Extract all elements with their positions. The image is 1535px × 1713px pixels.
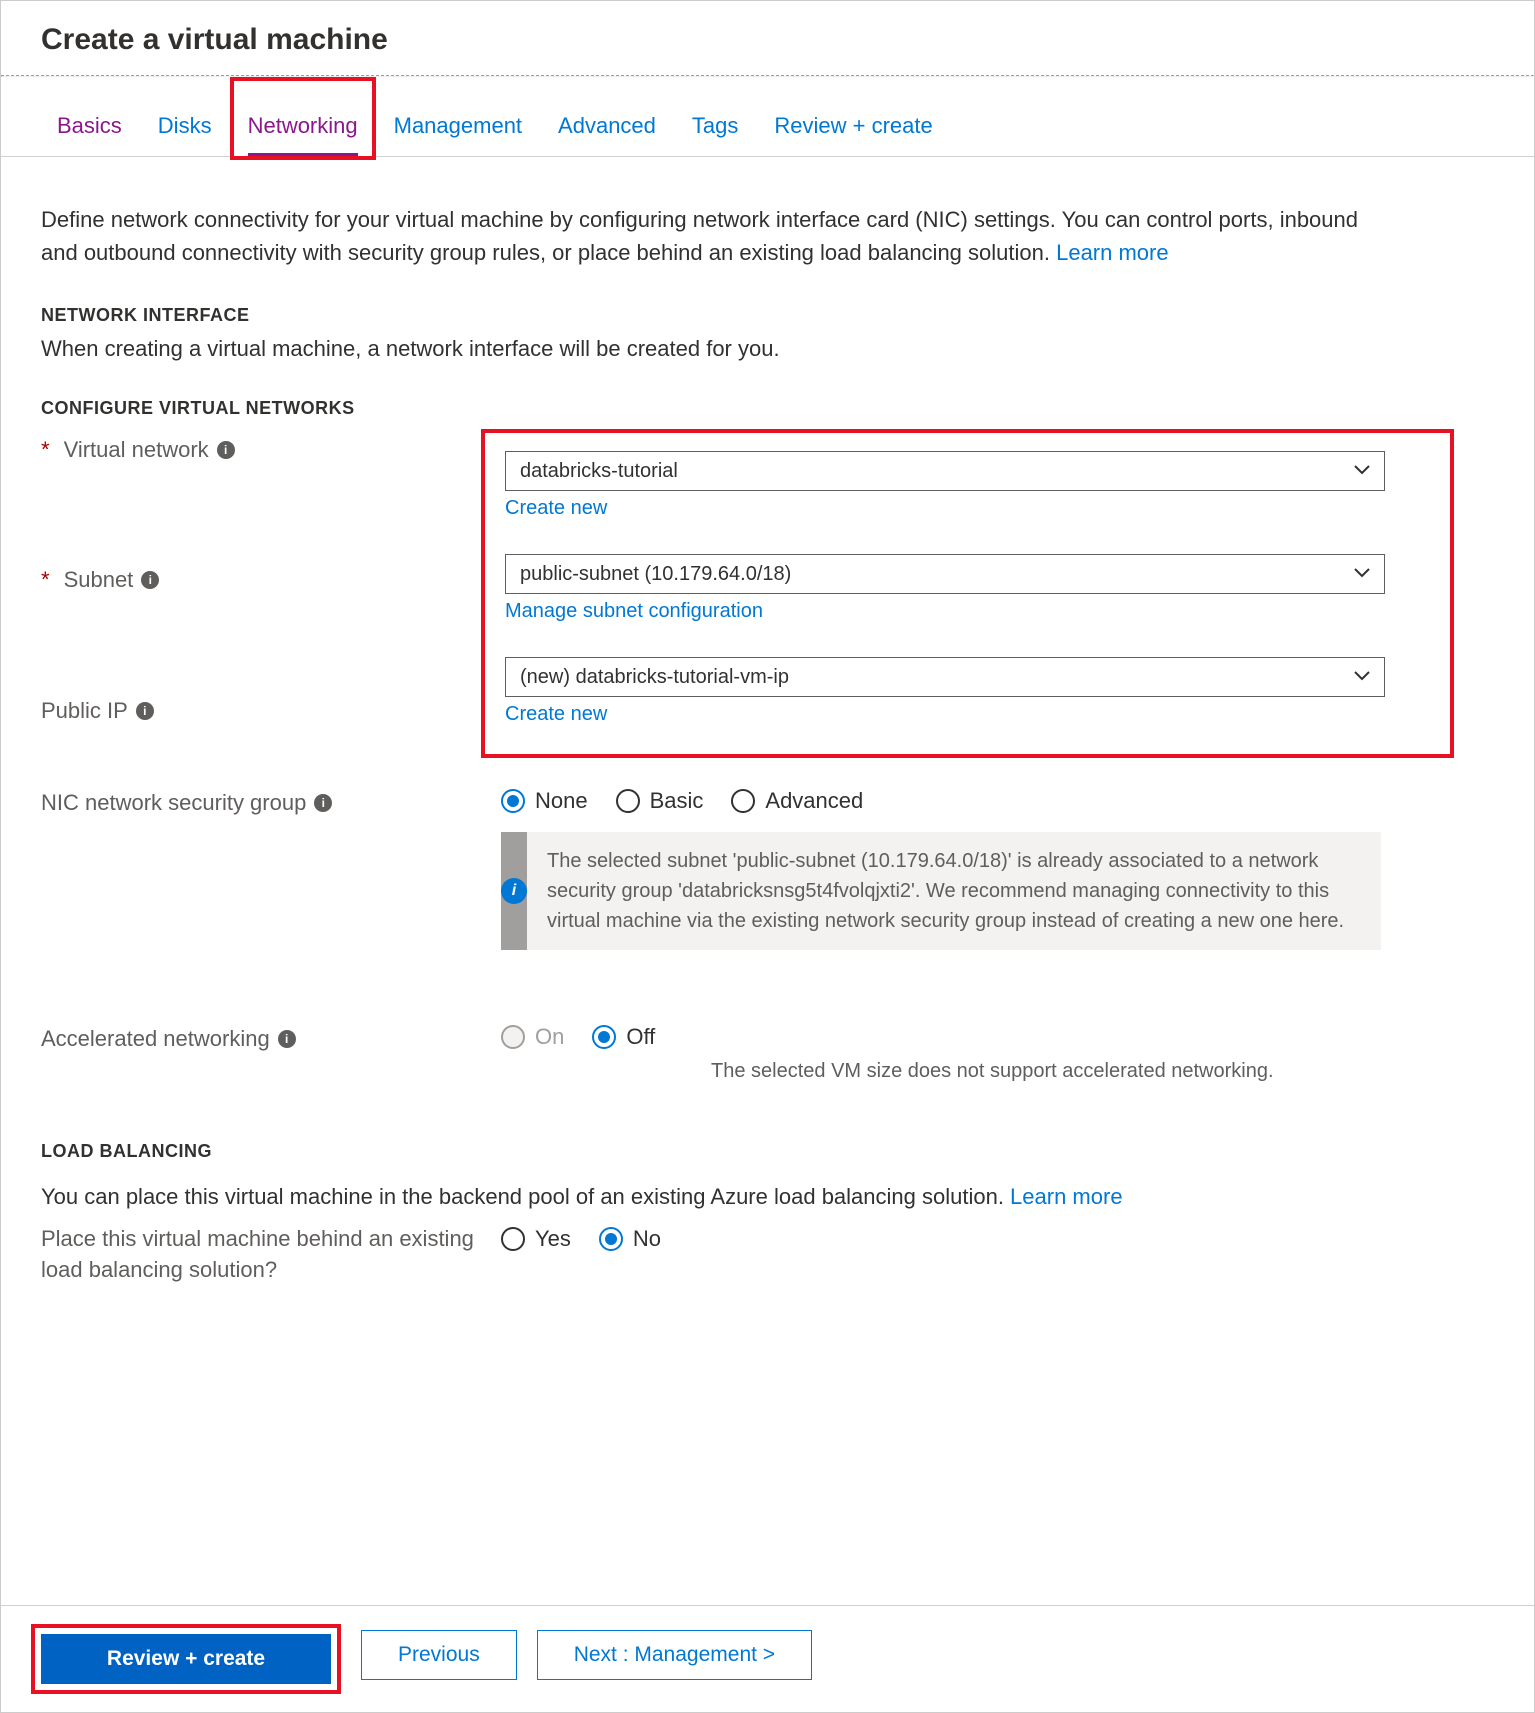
info-icon[interactable]: i [314,794,332,812]
label-nsg: NIC network security group i [41,782,481,816]
label-virtual-network: * Virtual network i [41,429,481,463]
info-icon: i [501,878,527,904]
radio-group-accel: On Off [501,1018,1381,1050]
radio-nsg-basic[interactable]: Basic [616,788,704,814]
label-accelerated-networking: Accelerated networking i [41,1018,481,1052]
create-vm-page: Create a virtual machine Basics Disks Ne… [0,0,1535,1713]
section-load-balancing: LOAD BALANCING [41,1141,1494,1162]
lb-learn-more-link[interactable]: Learn more [1010,1184,1123,1209]
tab-bar: Basics Disks Networking Management Advan… [1,77,1534,157]
page-header: Create a virtual machine [1,1,1534,75]
info-banner-stripe: i [501,832,527,950]
previous-button[interactable]: Previous [361,1630,517,1680]
section-configure-vnets: CONFIGURE VIRTUAL NETWORKS [41,398,1494,419]
radio-lb-yes[interactable]: Yes [501,1226,571,1252]
section-network-interface: NETWORK INTERFACE [41,305,1494,326]
label-subnet: * Subnet i [41,559,481,593]
select-subnet[interactable]: public-subnet (10.179.64.0/18) [505,554,1385,594]
radio-group-lb: Yes No [501,1220,1381,1252]
info-icon[interactable]: i [217,441,235,459]
required-marker: * [41,437,50,463]
radio-lb-no[interactable]: No [599,1226,661,1252]
tab-networking[interactable]: Networking [248,113,358,156]
highlight-networks-box: databricks-tutorial Create new public-su… [481,429,1454,758]
chevron-down-icon [1354,565,1370,583]
nsg-info-banner: i The selected subnet 'public-subnet (10… [501,832,1381,950]
intro-text: Define network connectivity for your vir… [41,203,1391,269]
form-grid: * Virtual network i databricks-tutorial … [41,429,1494,1101]
page-title: Create a virtual machine [41,23,1494,57]
select-public-ip[interactable]: (new) databricks-tutorial-vm-ip [505,657,1385,697]
section-load-balancing-sub: You can place this virtual machine in th… [41,1184,1494,1210]
tab-tags[interactable]: Tags [692,113,738,156]
intro-learn-more-link[interactable]: Learn more [1056,240,1169,265]
highlight-review-button: Review + create [31,1624,341,1694]
radio-nsg-advanced[interactable]: Advanced [731,788,863,814]
chevron-down-icon [1354,668,1370,686]
tab-advanced[interactable]: Advanced [558,113,656,156]
select-virtual-network[interactable]: databricks-tutorial [505,451,1385,491]
required-marker: * [41,567,50,593]
chevron-down-icon [1354,462,1370,480]
info-icon[interactable]: i [136,702,154,720]
info-icon[interactable]: i [278,1030,296,1048]
section-network-interface-sub: When creating a virtual machine, a netwo… [41,336,1494,362]
select-public-ip-value: (new) databricks-tutorial-vm-ip [520,666,789,689]
select-virtual-network-value: databricks-tutorial [520,460,678,483]
accel-note: The selected VM size does not support ac… [501,1050,1381,1083]
radio-group-nsg: None Basic Advanced [501,782,1381,814]
label-public-ip: Public IP i [41,690,481,724]
main-content: Define network connectivity for your vir… [1,157,1534,1605]
link-create-new-ip[interactable]: Create new [505,703,607,726]
nsg-info-text: The selected subnet 'public-subnet (10.1… [527,832,1381,950]
tab-basics[interactable]: Basics [57,113,122,156]
radio-nsg-none[interactable]: None [501,788,588,814]
select-subnet-value: public-subnet (10.179.64.0/18) [520,563,791,586]
footer-actions: Review + create Previous Next : Manageme… [1,1605,1534,1712]
label-lb-question: Place this virtual machine behind an exi… [41,1220,481,1286]
next-management-button[interactable]: Next : Management > [537,1630,812,1680]
radio-accel-off[interactable]: Off [592,1024,655,1050]
info-icon[interactable]: i [141,571,159,589]
radio-accel-on: On [501,1024,564,1050]
tab-review[interactable]: Review + create [774,113,932,156]
link-create-new-vnet[interactable]: Create new [505,497,607,520]
tab-disks[interactable]: Disks [158,113,212,156]
review-create-button[interactable]: Review + create [41,1634,331,1684]
link-manage-subnet[interactable]: Manage subnet configuration [505,600,763,623]
tab-management[interactable]: Management [394,113,522,156]
